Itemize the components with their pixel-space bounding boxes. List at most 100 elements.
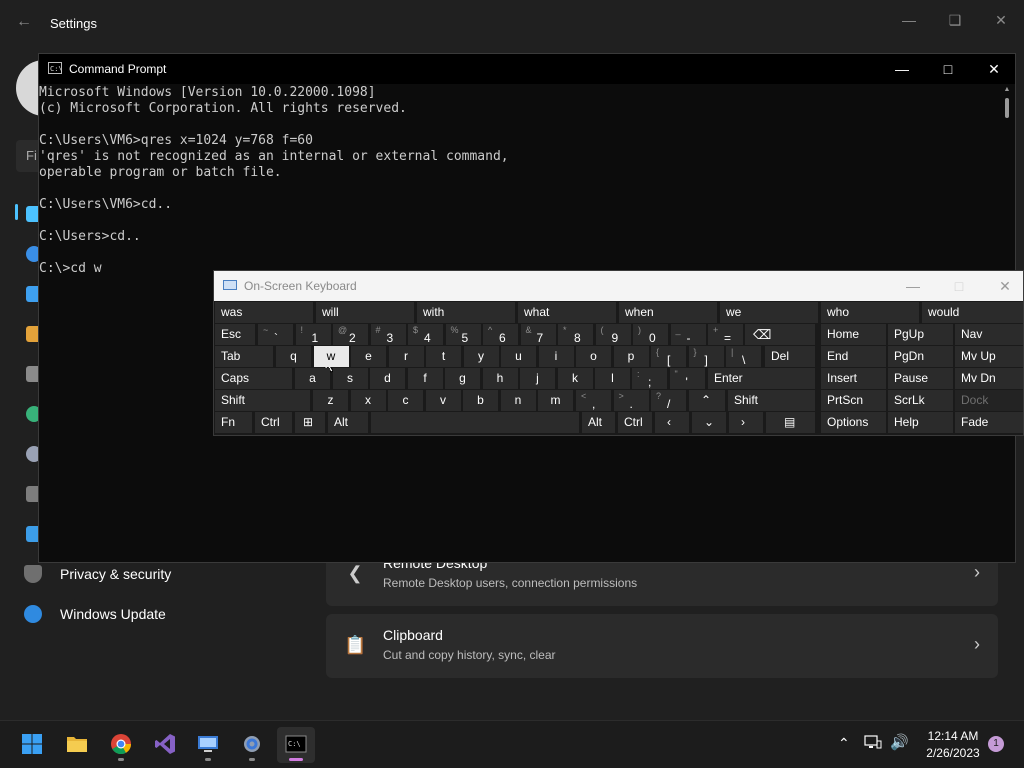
taskbar-settings[interactable] bbox=[233, 727, 271, 763]
key-symbol[interactable]: ? / bbox=[651, 390, 686, 411]
osk-titlebar[interactable]: On-Screen Keyboard — □ ✕ bbox=[214, 271, 1023, 301]
key-mv-up[interactable]: Mv Up bbox=[955, 346, 1023, 367]
key-number[interactable]: _ - bbox=[670, 324, 706, 345]
key-pause[interactable]: Pause bbox=[888, 368, 953, 389]
key-letter[interactable]: y bbox=[463, 346, 499, 367]
key-letter[interactable]: h bbox=[482, 368, 518, 389]
key-alt-left[interactable]: Alt bbox=[328, 412, 368, 433]
key-number[interactable]: % 5 bbox=[445, 324, 481, 345]
key-pgdn[interactable]: PgDn bbox=[888, 346, 953, 367]
key-letter[interactable]: j bbox=[520, 368, 555, 389]
key-letter[interactable]: z bbox=[313, 390, 348, 411]
key-caps[interactable]: Caps bbox=[215, 368, 292, 389]
start-button[interactable] bbox=[13, 727, 51, 763]
word-prediction[interactable]: who bbox=[821, 302, 919, 323]
key-options[interactable]: Options bbox=[821, 412, 886, 433]
key-home[interactable]: Home bbox=[821, 324, 886, 345]
word-prediction[interactable]: we bbox=[720, 302, 818, 323]
minimize-icon[interactable]: — bbox=[879, 54, 925, 84]
cmd-titlebar[interactable]: C:\ Command Prompt — □ ✕ bbox=[39, 54, 1015, 84]
word-prediction[interactable]: will bbox=[316, 302, 414, 323]
key-arrow-right[interactable]: › bbox=[729, 412, 763, 433]
key-windows[interactable]: ⊞ bbox=[295, 412, 325, 433]
clipboard-card[interactable]: 📋 Clipboard Cut and copy history, sync, … bbox=[326, 614, 998, 678]
notification-badge[interactable]: 1 bbox=[988, 736, 1004, 752]
back-arrow-icon[interactable]: ← bbox=[14, 12, 34, 32]
scrollbar-thumb[interactable] bbox=[1005, 98, 1009, 118]
key-letter[interactable]: g bbox=[445, 368, 480, 389]
key-pgup[interactable]: PgUp bbox=[888, 324, 953, 345]
close-icon[interactable]: ✕ bbox=[971, 54, 1017, 84]
word-prediction[interactable]: when bbox=[619, 302, 717, 323]
maximize-icon[interactable]: □ bbox=[925, 54, 971, 84]
key-symbol[interactable]: >. bbox=[613, 390, 649, 411]
key-symbol[interactable]: <, bbox=[576, 390, 611, 411]
word-prediction[interactable]: with bbox=[417, 302, 515, 323]
clock-date[interactable]: 2/26/2023 bbox=[918, 746, 988, 760]
key-backspace[interactable]: ⌫ bbox=[745, 324, 815, 345]
key-letter[interactable]: w bbox=[313, 346, 349, 367]
key-space[interactable] bbox=[371, 412, 579, 433]
close-icon[interactable]: ✕ bbox=[982, 271, 1023, 301]
sidebar-item-windows-update[interactable]: Windows Update bbox=[24, 596, 166, 632]
key-letter[interactable]: u bbox=[501, 346, 536, 367]
key-arrow-left[interactable]: ‹ bbox=[655, 412, 689, 433]
taskbar-remote-desktop[interactable] bbox=[189, 727, 227, 763]
key-letter[interactable]: a bbox=[295, 368, 330, 389]
key-del[interactable]: Del bbox=[765, 346, 815, 367]
key-number[interactable]: ~ ` bbox=[258, 324, 293, 345]
key-letter[interactable]: v bbox=[425, 390, 461, 411]
taskbar-visual-studio[interactable] bbox=[146, 727, 184, 763]
key-number[interactable]: (9 bbox=[595, 324, 631, 345]
key-mv-dn[interactable]: Mv Dn bbox=[955, 368, 1023, 389]
key-symbol[interactable]: }] bbox=[688, 346, 724, 367]
key-number[interactable]: @2 bbox=[333, 324, 368, 345]
word-prediction[interactable]: was bbox=[215, 302, 313, 323]
taskbar-chrome[interactable] bbox=[102, 727, 140, 763]
key-arrow-down[interactable]: ⌄ bbox=[692, 412, 726, 433]
key-shift-right[interactable]: Shift bbox=[728, 390, 815, 411]
scroll-up-arrow-icon[interactable]: ▲ bbox=[1002, 86, 1012, 96]
key-help[interactable]: Help bbox=[888, 412, 953, 433]
key-symbol[interactable]: :; bbox=[632, 368, 667, 389]
show-hidden-icons-chevron-icon[interactable]: ⌃ bbox=[838, 735, 850, 752]
network-icon[interactable] bbox=[864, 735, 882, 749]
key-number[interactable]: & 7 bbox=[520, 324, 556, 345]
key-esc[interactable]: Esc bbox=[215, 324, 255, 345]
key-letter[interactable]: d bbox=[370, 368, 405, 389]
key-number[interactable]: #3 bbox=[370, 324, 406, 345]
key-letter[interactable]: l bbox=[595, 368, 630, 389]
key-symbol[interactable]: {[ bbox=[651, 346, 686, 367]
key-scrlk[interactable]: ScrLk bbox=[888, 390, 953, 411]
key-number[interactable]: ) 0 bbox=[633, 324, 668, 345]
key-end[interactable]: End bbox=[821, 346, 886, 367]
restore-icon[interactable]: ❑ bbox=[932, 4, 978, 36]
on-screen-keyboard-window[interactable]: On-Screen Keyboard — □ ✕ was will with w… bbox=[213, 270, 1024, 436]
key-letter[interactable]: x bbox=[350, 390, 386, 411]
key-fn[interactable]: Fn bbox=[215, 412, 252, 433]
key-insert[interactable]: Insert bbox=[821, 368, 886, 389]
key-number[interactable]: $4 bbox=[408, 324, 443, 345]
key-letter[interactable]: m bbox=[538, 390, 573, 411]
key-letter[interactable]: b bbox=[463, 390, 498, 411]
key-symbol[interactable]: " ' bbox=[669, 368, 705, 389]
key-letter[interactable]: t bbox=[426, 346, 461, 367]
taskbar-terminal[interactable]: C:\ bbox=[277, 727, 315, 763]
minimize-icon[interactable]: — bbox=[890, 271, 936, 301]
key-number[interactable]: ! 1 bbox=[295, 324, 331, 345]
key-arrow-up[interactable]: ⌃ bbox=[689, 390, 725, 411]
key-letter[interactable]: r bbox=[388, 346, 424, 367]
taskbar-file-explorer[interactable] bbox=[58, 727, 96, 763]
key-letter[interactable]: p bbox=[613, 346, 649, 367]
clock-time[interactable]: 12:14 AM bbox=[918, 729, 988, 743]
key-letter[interactable]: f bbox=[407, 368, 443, 389]
key-enter[interactable]: Enter bbox=[708, 368, 815, 389]
minimize-icon[interactable]: — bbox=[886, 4, 932, 36]
word-prediction[interactable]: would bbox=[922, 302, 1023, 323]
key-nav[interactable]: Nav bbox=[955, 324, 1023, 345]
key-ctrl-right[interactable]: Ctrl bbox=[618, 412, 652, 433]
key-letter[interactable]: k bbox=[557, 368, 593, 389]
key-letter[interactable]: q bbox=[276, 346, 311, 367]
key-alt-right[interactable]: Alt bbox=[582, 412, 615, 433]
word-prediction[interactable]: what bbox=[518, 302, 616, 323]
